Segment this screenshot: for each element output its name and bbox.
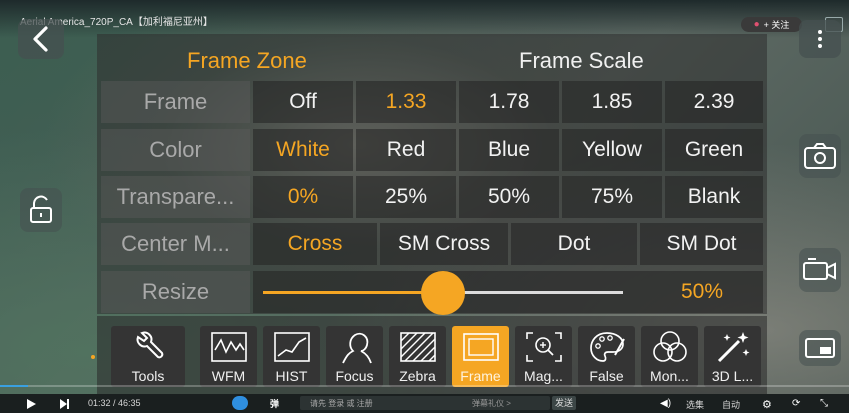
color-option-red[interactable]: Red (356, 129, 456, 171)
tool-frame[interactable]: Frame (452, 326, 509, 387)
more-dot-icon (818, 37, 822, 41)
play-icon[interactable] (27, 399, 36, 409)
mini-window-icon (805, 338, 835, 358)
danmaku-input[interactable]: 请先 登录 或 注册 弹幕礼仪 > (300, 396, 550, 410)
toolbar-separator-dot (91, 355, 95, 359)
transparency-option-50[interactable]: 50% (459, 176, 559, 218)
tool-magnify[interactable]: Mag... (515, 326, 572, 387)
frame-guide-icon (462, 333, 499, 361)
screenshot-button[interactable] (799, 134, 841, 178)
camera-icon (804, 143, 836, 169)
volume-icon[interactable]: ◀) (660, 398, 671, 409)
transparency-option-blank[interactable]: Blank (665, 176, 763, 218)
tool-monochrome[interactable]: Mon... (641, 326, 698, 387)
settings-gear-icon[interactable]: ⚙ (762, 398, 772, 411)
tool-focus[interactable]: Focus (326, 326, 383, 387)
video-camera-icon (803, 258, 836, 280)
record-button[interactable] (799, 248, 841, 292)
tool-wfm[interactable]: WFM (200, 326, 257, 387)
danmaku-etiquette[interactable]: 弹幕礼仪 > (472, 398, 511, 409)
frame-option-1-33[interactable]: 1.33 (356, 81, 456, 123)
tool-zebra[interactable]: Zebra (389, 326, 446, 387)
episodes-button[interactable]: 选集 (686, 398, 704, 411)
tool-false-color[interactable]: False (578, 326, 635, 387)
next-icon[interactable] (60, 399, 69, 409)
waveform-icon (210, 332, 247, 362)
tool-label: Mag... (524, 368, 563, 384)
slider-fill (263, 291, 443, 294)
tool-label: WFM (211, 368, 246, 384)
lock-button[interactable] (20, 188, 62, 232)
loop-icon[interactable]: ⟳ (792, 398, 800, 409)
zebra-stripes-icon (399, 332, 436, 362)
slider-track[interactable] (263, 271, 623, 315)
histogram-icon (273, 332, 310, 362)
wrench-icon (136, 331, 164, 359)
danmaku-toggle-icon[interactable]: 弹 (270, 397, 286, 409)
color-option-white[interactable]: White (253, 129, 353, 171)
playback-time: 01:32 / 46:35 (88, 398, 141, 408)
center-option-cross[interactable]: Cross (253, 223, 377, 265)
transparency-option-75[interactable]: 75% (562, 176, 662, 218)
danmaku-placeholder: 请先 登录 或 注册 (310, 399, 373, 408)
color-option-green[interactable]: Green (665, 129, 763, 171)
tool-label: Zebra (399, 368, 436, 384)
tool-label: Tools (131, 368, 165, 384)
tool-3d-lut[interactable]: 3D L... (704, 326, 761, 387)
tool-label: False (589, 368, 624, 384)
rgb-circles-icon (652, 331, 687, 362)
resize-slider[interactable]: 50% (253, 271, 763, 315)
chevron-left-icon (33, 26, 48, 52)
tool-hist[interactable]: HIST (263, 326, 320, 387)
color-row-label: Color (101, 129, 250, 171)
transparency-option-25[interactable]: 25% (356, 176, 456, 218)
resize-value: 50% (681, 280, 724, 303)
center-option-sm-dot[interactable]: SM Dot (640, 223, 763, 265)
danmaku-send-button[interactable]: 发送 (552, 396, 576, 410)
tool-label: Frame (460, 368, 501, 384)
tool-tools[interactable]: Tools (111, 326, 185, 387)
color-option-blue[interactable]: Blue (459, 129, 559, 171)
frame-row-label: Frame (101, 81, 250, 123)
transparency-option-0[interactable]: 0% (253, 176, 353, 218)
playback-progress[interactable] (0, 385, 849, 387)
frame-option-off[interactable]: Off (253, 81, 353, 123)
resize-row-label: Resize (101, 271, 250, 313)
frame-zone-header[interactable]: Frame Zone (187, 48, 307, 74)
slider-thumb[interactable] (421, 271, 465, 315)
tool-label: Focus (335, 368, 374, 384)
quality-button[interactable]: 自动 (722, 398, 740, 411)
tool-bar: Tools WFM HIST Focus Zebra Frame Mag... … (97, 316, 767, 394)
more-dot-icon (818, 30, 822, 34)
frame-option-2-39[interactable]: 2.39 (665, 81, 763, 123)
frame-scale-header[interactable]: Frame Scale (519, 48, 644, 74)
zoom-in-icon (525, 332, 562, 362)
center-mark-row-label: Center M... (101, 223, 250, 265)
palette-icon (589, 332, 625, 362)
more-dot-icon (818, 44, 822, 48)
frame-option-1-85[interactable]: 1.85 (562, 81, 662, 123)
transparency-row-label: Transpare... (101, 176, 250, 218)
unlock-icon (30, 195, 52, 223)
mini-player-button[interactable] (799, 330, 841, 366)
follow-label: + 关注 (763, 20, 790, 30)
frame-option-1-78[interactable]: 1.78 (459, 81, 559, 123)
frame-settings-panel: Frame Zone Frame Scale Frame Off 1.33 1.… (97, 34, 767, 315)
back-button[interactable] (18, 19, 64, 59)
tool-label: 3D L... (711, 368, 754, 384)
face-outline-icon (341, 332, 372, 364)
fullscreen-exit-icon[interactable]: ⤡ (820, 398, 828, 409)
center-option-sm-cross[interactable]: SM Cross (380, 223, 508, 265)
danmaku-avatar-icon[interactable] (232, 396, 248, 410)
color-option-yellow[interactable]: Yellow (562, 129, 662, 171)
center-option-dot[interactable]: Dot (511, 223, 637, 265)
magic-wand-icon (717, 332, 749, 363)
follow-button[interactable]: ● + 关注 (741, 17, 802, 32)
avatar-icon: ● (753, 19, 760, 30)
more-menu-button[interactable] (799, 20, 841, 58)
tool-label: Mon... (650, 368, 689, 384)
tool-label: HIST (275, 368, 308, 384)
playback-progress-fill (0, 385, 29, 387)
